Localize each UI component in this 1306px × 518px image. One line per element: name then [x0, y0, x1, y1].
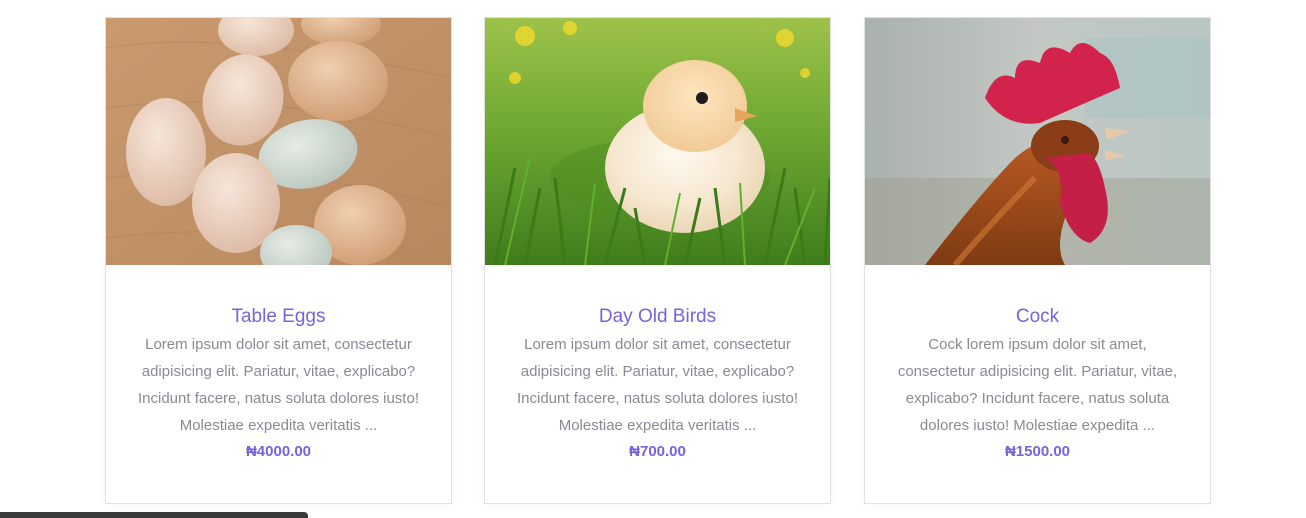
- product-price: ₦700.00: [629, 443, 686, 460]
- product-description: Cock lorem ipsum dolor sit amet, consect…: [897, 336, 1178, 434]
- product-description: Lorem ipsum dolor sit amet, consectetur …: [516, 336, 798, 434]
- product-price: ₦1500.00: [1004, 443, 1071, 460]
- eggs-photo[interactable]: [106, 18, 451, 265]
- bottom-toolbar-edge: [0, 512, 308, 518]
- rooster-photo[interactable]: [865, 18, 1210, 265]
- product-price: ₦4000.00: [245, 443, 312, 460]
- product-card-day-old-birds[interactable]: Day Old Birds Lorem ipsum dolor sit amet…: [484, 17, 831, 504]
- product-title[interactable]: Cock: [881, 305, 1194, 329]
- product-description: Lorem ipsum dolor sit amet, consectetur …: [137, 336, 419, 434]
- product-grid: Table Eggs Lorem ipsum dolor sit amet, c…: [0, 0, 1306, 518]
- product-title[interactable]: Table Eggs: [122, 305, 435, 329]
- chick-photo[interactable]: [485, 18, 830, 265]
- product-card-table-eggs[interactable]: Table Eggs Lorem ipsum dolor sit amet, c…: [105, 17, 452, 504]
- product-title[interactable]: Day Old Birds: [501, 305, 814, 329]
- product-card-cock[interactable]: Cock Cock lorem ipsum dolor sit amet, co…: [864, 17, 1211, 504]
